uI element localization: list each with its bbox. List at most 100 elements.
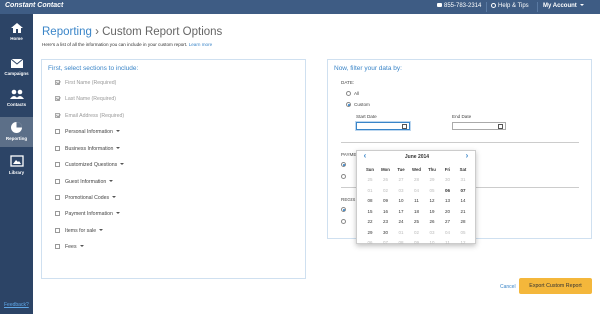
breadcrumb-reporting[interactable]: Reporting — [42, 26, 92, 38]
section-email-address: Email Address (Required) — [55, 113, 124, 119]
section-guest-information[interactable]: Guest Information — [55, 179, 114, 185]
radio-button[interactable] — [346, 102, 351, 107]
registration-option-1[interactable] — [341, 207, 349, 212]
calendar-day[interactable]: 25 — [410, 219, 424, 224]
sidebar-item-home[interactable]: Home — [0, 19, 33, 49]
calendar-icon[interactable] — [498, 124, 503, 129]
section-label: Last Name (Required) — [65, 96, 117, 102]
calendar-day[interactable]: 07 — [456, 188, 470, 193]
calendar-day[interactable]: 26 — [425, 219, 439, 224]
section-fees[interactable]: Fees — [55, 244, 84, 250]
radio-button[interactable] — [341, 219, 346, 224]
checkbox[interactable] — [55, 195, 60, 200]
calendar-day[interactable]: 08 — [363, 198, 377, 203]
calendar-day[interactable]: 11 — [410, 198, 424, 203]
section-customized-questions[interactable]: Customized Questions — [55, 162, 125, 168]
section-promotional-codes[interactable]: Promotional Codes — [55, 195, 117, 201]
calendar-day: 11 — [445, 240, 450, 245]
chevron-down-icon[interactable] — [112, 196, 117, 198]
constant-contact-logo[interactable]: Constant Contact — [5, 2, 63, 9]
checkbox[interactable] — [55, 211, 60, 216]
help-label: Help & Tips — [498, 3, 529, 9]
sidebar-item-reporting[interactable]: Reporting — [0, 117, 33, 147]
calendar-day[interactable]: 16 — [379, 209, 393, 214]
phone-number[interactable]: 855-783-2314 — [437, 3, 481, 9]
checkbox[interactable] — [55, 228, 60, 233]
breadcrumb-current: Custom Report Options — [102, 26, 223, 38]
calendar-day[interactable]: 28 — [456, 219, 470, 224]
chevron-right-icon[interactable]: › — [463, 152, 471, 161]
chevron-down-icon[interactable] — [79, 245, 84, 247]
cancel-link[interactable]: Cancel — [500, 284, 516, 290]
checkbox[interactable] — [55, 146, 60, 151]
sidebar: Home Campaigns Contacts Reporting Librar… — [0, 14, 33, 314]
export-custom-report-button[interactable]: Export Custom Report — [519, 278, 592, 294]
chevron-down-icon[interactable] — [99, 229, 104, 231]
calendar-day[interactable]: 23 — [379, 219, 393, 224]
section-payment-information[interactable]: Payment Information — [55, 211, 120, 217]
chevron-down-icon[interactable] — [115, 130, 120, 132]
calendar-day[interactable]: 18 — [410, 209, 424, 214]
calendar-icon[interactable] — [402, 124, 407, 129]
calendar-day[interactable]: 20 — [441, 209, 455, 214]
calendar-day[interactable]: 14 — [456, 198, 470, 203]
calendar-day[interactable]: 24 — [394, 219, 408, 224]
learn-more-link[interactable]: Learn more — [189, 42, 213, 47]
chevron-down-icon[interactable] — [115, 212, 120, 214]
calendar-day[interactable]: 22 — [363, 219, 377, 224]
radio-button[interactable] — [341, 162, 346, 167]
checkbox[interactable] — [55, 179, 60, 184]
page-title: Reporting › Custom Report Options — [42, 26, 222, 38]
main-content: Reporting › Custom Report Options Here's… — [33, 14, 600, 314]
chevron-down-icon[interactable] — [116, 147, 121, 149]
calendar-day[interactable]: 17 — [394, 209, 408, 214]
calendar-day: 25 — [367, 177, 373, 182]
chat-icon — [437, 3, 442, 7]
phone-label: 855-783-2314 — [444, 3, 482, 9]
calendar-day[interactable]: 15 — [363, 209, 377, 214]
sidebar-item-label: Campaigns — [4, 71, 29, 76]
sidebar-item-contacts[interactable]: Contacts — [0, 86, 33, 114]
calendar-day[interactable]: 09 — [379, 198, 393, 203]
calendar-day[interactable]: 06 — [441, 188, 455, 193]
calendar-day: 02 — [413, 229, 419, 235]
payment-option-2[interactable] — [341, 174, 349, 179]
calendar-day: 27 — [398, 177, 404, 182]
sidebar-item-library[interactable]: Library — [0, 153, 33, 183]
registration-option-2[interactable] — [341, 219, 349, 224]
date-option-custom[interactable]: Custom — [346, 102, 370, 107]
sidebar-item-campaigns[interactable]: Campaigns — [0, 55, 33, 83]
calendar-day[interactable]: 13 — [441, 198, 455, 203]
description-text: Here's a list of all the information you… — [42, 42, 188, 47]
checkbox[interactable] — [55, 244, 60, 249]
calendar-day[interactable]: 10 — [394, 198, 408, 203]
calendar-day[interactable]: 12 — [425, 198, 439, 203]
start-date-input[interactable] — [356, 122, 410, 130]
checkbox[interactable] — [55, 129, 60, 134]
help-icon — [491, 3, 496, 8]
section-items-for-sale[interactable]: Items for sale — [55, 228, 104, 234]
checkbox[interactable] — [55, 162, 60, 167]
radio-button[interactable] — [341, 207, 346, 212]
calendar-day[interactable]: 27 — [441, 219, 455, 224]
calendar-day[interactable]: 30 — [379, 230, 393, 235]
payment-option-1[interactable] — [341, 162, 349, 167]
section-personal-information[interactable]: Personal Information — [55, 129, 120, 135]
chevron-down-icon[interactable] — [109, 180, 114, 182]
end-date-input[interactable] — [452, 122, 506, 130]
section-first-name: First Name (Required) — [55, 80, 116, 86]
date-option-all[interactable]: All — [346, 91, 359, 96]
chevron-down-icon — [579, 4, 584, 6]
my-account-menu[interactable]: My Account — [543, 3, 584, 9]
calendar-day[interactable]: 21 — [456, 209, 470, 214]
radio-button[interactable] — [346, 91, 351, 96]
help-tips-link[interactable]: Help & Tips — [491, 3, 529, 9]
radio-button[interactable] — [341, 174, 346, 179]
calendar-day[interactable]: 19 — [425, 209, 439, 214]
weekday-header: Sat — [459, 167, 467, 172]
calendar-month: June 2014 — [404, 154, 430, 160]
feedback-link[interactable]: Feedback? — [4, 302, 29, 308]
chevron-down-icon[interactable] — [120, 163, 125, 165]
calendar-day[interactable]: 29 — [363, 230, 377, 235]
section-business-information[interactable]: Business Information — [55, 146, 121, 152]
